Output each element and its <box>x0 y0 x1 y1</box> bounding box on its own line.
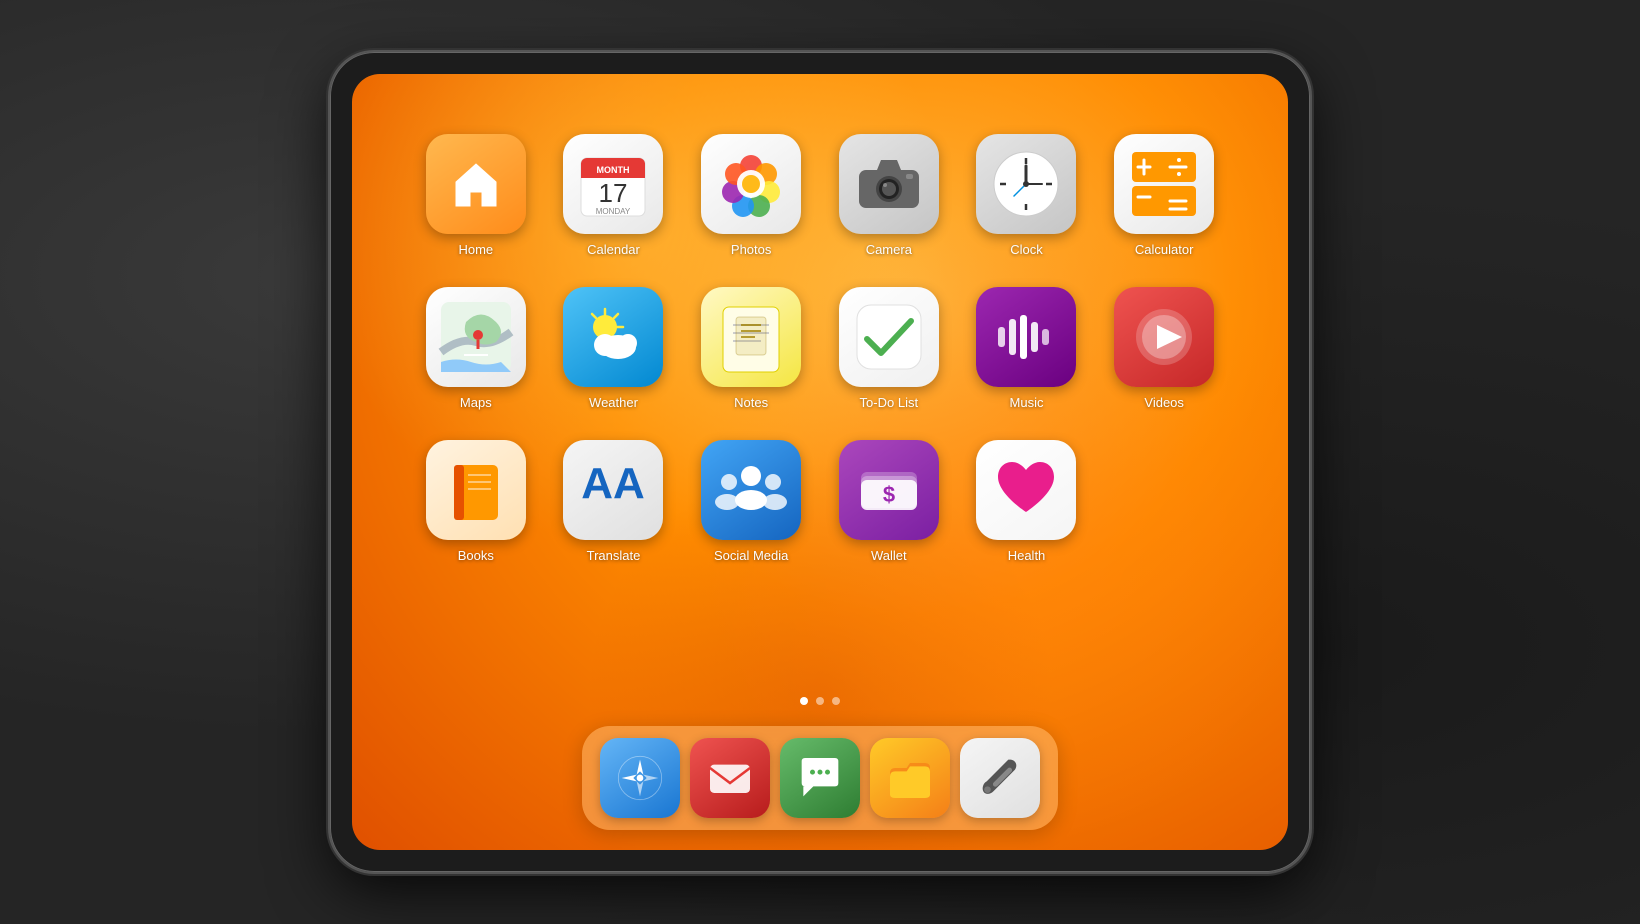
music-icon <box>976 287 1076 387</box>
calendar-icon: MONTH 17 MONDAY <box>563 134 663 234</box>
svg-text:MONDAY: MONDAY <box>596 207 631 216</box>
ipad-frame: Home MONTH 17 MONDAY Calendar <box>330 52 1310 872</box>
translate-icon: AA <box>563 440 663 540</box>
app-music[interactable]: Music <box>963 287 1091 410</box>
books-icon <box>426 440 526 540</box>
dock-messages[interactable] <box>780 738 860 818</box>
calculator-icon <box>1114 134 1214 234</box>
social-label: Social Media <box>714 548 788 563</box>
todo-icon <box>839 287 939 387</box>
app-videos[interactable]: Videos <box>1100 287 1228 410</box>
svg-text:MONTH: MONTH <box>597 165 630 175</box>
dock-compass[interactable] <box>600 738 680 818</box>
clock-icon <box>976 134 1076 234</box>
home-label: Home <box>458 242 493 257</box>
photos-label: Photos <box>731 242 771 257</box>
todo-label: To-Do List <box>860 395 919 410</box>
translate-label: Translate <box>587 548 641 563</box>
dot-3[interactable] <box>832 697 840 705</box>
app-todo[interactable]: To-Do List <box>825 287 953 410</box>
app-wallet[interactable]: $ Wallet <box>825 440 953 563</box>
wallet-label: Wallet <box>871 548 907 563</box>
app-calendar[interactable]: MONTH 17 MONDAY Calendar <box>550 134 678 257</box>
dock <box>582 726 1058 830</box>
videos-label: Videos <box>1144 395 1184 410</box>
maps-label: Maps <box>460 395 492 410</box>
weather-icon <box>563 287 663 387</box>
camera-label: Camera <box>866 242 912 257</box>
app-health[interactable]: Health <box>963 440 1091 563</box>
health-icon <box>976 440 1076 540</box>
svg-text:17: 17 <box>599 178 628 208</box>
notes-icon <box>701 287 801 387</box>
app-grid: Home MONTH 17 MONDAY Calendar <box>412 134 1228 563</box>
music-label: Music <box>1010 395 1044 410</box>
ipad-screen: Home MONTH 17 MONDAY Calendar <box>352 74 1288 850</box>
app-weather[interactable]: Weather <box>550 287 678 410</box>
maps-icon <box>426 287 526 387</box>
dock-tools[interactable] <box>960 738 1040 818</box>
page-dots <box>800 697 840 705</box>
app-home[interactable]: Home <box>412 134 540 257</box>
dot-1[interactable] <box>800 697 808 705</box>
videos-icon <box>1114 287 1214 387</box>
wallet-icon: $ <box>839 440 939 540</box>
app-translate[interactable]: AA Translate <box>550 440 678 563</box>
dock-mail[interactable] <box>690 738 770 818</box>
app-books[interactable]: Books <box>412 440 540 563</box>
photos-icon <box>701 134 801 234</box>
social-icon <box>701 440 801 540</box>
camera-icon <box>839 134 939 234</box>
home-icon <box>426 134 526 234</box>
dock-files[interactable] <box>870 738 950 818</box>
dot-2[interactable] <box>816 697 824 705</box>
clock-label: Clock <box>1010 242 1043 257</box>
app-social[interactable]: Social Media <box>687 440 815 563</box>
app-photos[interactable]: Photos <box>687 134 815 257</box>
calendar-label: Calendar <box>587 242 640 257</box>
svg-text:$: $ <box>883 482 895 507</box>
app-maps[interactable]: Maps <box>412 287 540 410</box>
svg-text:AA: AA <box>582 459 646 508</box>
health-label: Health <box>1008 548 1046 563</box>
app-calculator[interactable]: Calculator <box>1100 134 1228 257</box>
books-label: Books <box>458 548 494 563</box>
app-clock[interactable]: Clock <box>963 134 1091 257</box>
app-camera[interactable]: Camera <box>825 134 953 257</box>
notes-label: Notes <box>734 395 768 410</box>
calculator-label: Calculator <box>1135 242 1194 257</box>
weather-label: Weather <box>589 395 638 410</box>
app-notes[interactable]: Notes <box>687 287 815 410</box>
